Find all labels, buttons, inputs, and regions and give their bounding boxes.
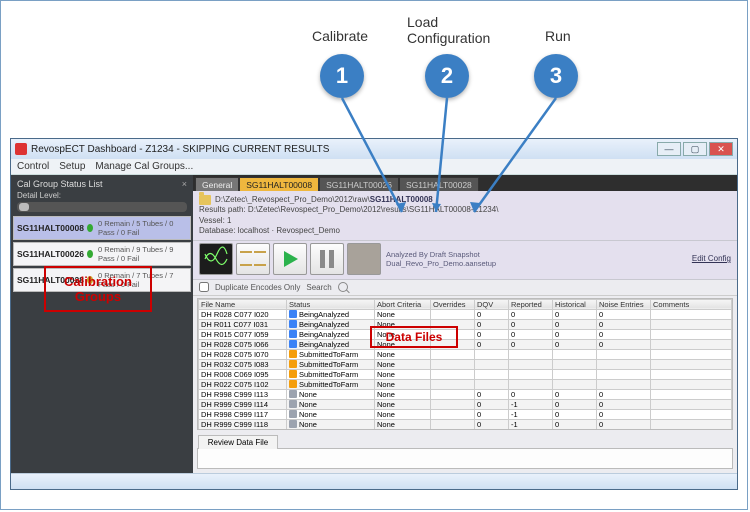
review-data-file-tab[interactable]: Review Data File (198, 435, 278, 449)
app-window: RevospECT Dashboard - Z1234 - SKIPPING C… (10, 138, 738, 490)
menu-setup[interactable]: Setup (59, 161, 85, 172)
column-header[interactable]: DQV (475, 299, 509, 309)
annotation-calibration-groups: CalibrationGroups (44, 266, 152, 312)
column-header[interactable]: Status (287, 299, 375, 309)
column-header[interactable]: Overrides (431, 299, 475, 309)
load-config-button[interactable] (236, 243, 270, 275)
results-button[interactable] (347, 243, 381, 275)
sidebar: Cal Group Status List × Detail Level: SG… (11, 175, 193, 473)
table-row[interactable]: DH R011 C077 I031BeingAnalyzedNone0000 (199, 319, 732, 329)
search-label: Search (306, 283, 331, 292)
table-row[interactable]: DH R999 C999 I114NoneNone0-100 (199, 399, 732, 409)
calgroup-item[interactable]: SG11HALT000080 Remain / 5 Tubes / 0 Pass… (13, 216, 191, 240)
main-area: General SG11HALT00008 SG11HALT00026 SG11… (193, 175, 737, 473)
table-row[interactable]: DH R028 C075 I066BeingAnalyzedNone0000 (199, 339, 732, 349)
analyzed-by-label: Analyzed By Draft Snapshot (386, 250, 496, 259)
callout-calibrate-label: Calibrate (312, 28, 368, 44)
statusbar (11, 473, 737, 489)
app-icon (15, 143, 27, 155)
callout-badge-3: 3 (534, 54, 578, 98)
sidebar-close-icon[interactable]: × (182, 179, 187, 189)
calgroup-item[interactable]: SG11HALT000260 Remain / 9 Tubes / 9 Pass… (13, 242, 191, 266)
table-row[interactable]: DH R022 C075 I102SubmittedToFarmNone (199, 379, 732, 389)
tab-sg11halt00028[interactable]: SG11HALT00028 (399, 177, 479, 191)
vessel-label: Vessel: 1 (199, 216, 731, 226)
table-row[interactable]: DH R998 C999 I113NoneNone0000 (199, 389, 732, 399)
column-header[interactable]: Abort Criteria (375, 299, 431, 309)
data-files-grid[interactable]: File NameStatusAbort CriteriaOverridesDQ… (197, 298, 733, 430)
table-row[interactable]: DH R998 C999 I119NoneNone0000 (199, 429, 732, 430)
preview-pane: Review Data File (197, 448, 733, 469)
column-header[interactable]: Comments (651, 299, 732, 309)
sidebar-title-text: Cal Group Status List (17, 179, 103, 189)
maximize-button[interactable]: ▢ (683, 142, 707, 156)
callout-loadcfg-label: LoadConfiguration (407, 14, 490, 46)
menubar: Control Setup Manage Cal Groups... (11, 159, 737, 175)
minimize-button[interactable]: — (657, 142, 681, 156)
close-button[interactable]: ✕ (709, 142, 733, 156)
edit-config-link[interactable]: Edit Config (692, 254, 731, 263)
pause-button[interactable] (310, 243, 344, 275)
tabstrip: General SG11HALT00008 SG11HALT00026 SG11… (193, 175, 737, 191)
sidebar-title: Cal Group Status List × (13, 177, 191, 191)
toolbar-caption: Analyzed By Draft Snapshot Dual_Revo_Pro… (386, 250, 496, 268)
table-row[interactable]: DH R015 C077 I059BeingAnalyzedNone0000 (199, 329, 732, 339)
column-header[interactable]: Reported (509, 299, 553, 309)
table-row[interactable]: DH R008 C069 I095SubmittedToFarmNone (199, 369, 732, 379)
config-name-label: Dual_Revo_Pro_Demo.aansetup (386, 259, 496, 268)
table-row[interactable]: DH R999 C999 I118NoneNone0-100 (199, 419, 732, 429)
column-header[interactable]: Historical (553, 299, 597, 309)
annotation-data-files: Data Files (370, 326, 458, 348)
annotation-layer: Calibrate LoadConfiguration Run 1 2 3 (0, 0, 750, 150)
table-row[interactable]: DH R028 C077 I020BeingAnalyzedNone0000 (199, 309, 732, 319)
header-area: D:\Zetec\_Revospect_Pro_Demo\2012\raw\SG… (193, 191, 737, 241)
folder-icon[interactable] (199, 195, 211, 205)
calibrate-icon (203, 246, 229, 272)
database-label: Database: localhost · Revospect_Demo (199, 226, 731, 236)
menu-control[interactable]: Control (17, 161, 49, 172)
table-row[interactable]: DH R032 C075 I083SubmittedToFarmNone (199, 359, 732, 369)
titlebar[interactable]: RevospECT Dashboard - Z1234 - SKIPPING C… (11, 139, 737, 159)
detail-level-label: Detail Level: (13, 191, 191, 202)
column-header[interactable]: Noise Entries (597, 299, 651, 309)
column-header[interactable]: File Name (199, 299, 287, 309)
table-row[interactable]: DH R998 C999 I117NoneNone0-100 (199, 409, 732, 419)
table-row[interactable]: DH R028 C075 I070SubmittedToFarmNone (199, 349, 732, 359)
calibrate-button[interactable] (199, 243, 233, 275)
results-path: Results path: D:\Zetec\Revospect_Pro_Dem… (199, 205, 731, 215)
filter-row: Duplicate Encodes Only Search (193, 280, 737, 296)
toolbar: Analyzed By Draft Snapshot Dual_Revo_Pro… (193, 241, 737, 280)
detail-level-slider[interactable] (17, 202, 187, 212)
duplicate-encodes-label: Duplicate Encodes Only (215, 283, 300, 292)
search-icon[interactable] (338, 282, 348, 292)
duplicate-encodes-checkbox[interactable] (199, 282, 209, 292)
play-icon (279, 248, 301, 270)
callout-badge-1: 1 (320, 54, 364, 98)
callout-badge-2: 2 (425, 54, 469, 98)
callout-run-label: Run (545, 28, 571, 44)
tab-sg11halt00026[interactable]: SG11HALT00026 (319, 177, 399, 191)
raw-path: D:\Zetec\_Revospect_Pro_Demo\2012\raw\SG… (215, 195, 433, 205)
menu-manage-calgroups[interactable]: Manage Cal Groups... (95, 161, 193, 172)
tab-general[interactable]: General (195, 177, 239, 191)
tab-sg11halt00008[interactable]: SG11HALT00008 (239, 177, 319, 191)
window-title: RevospECT Dashboard - Z1234 - SKIPPING C… (31, 144, 329, 155)
run-button[interactable] (273, 243, 307, 275)
